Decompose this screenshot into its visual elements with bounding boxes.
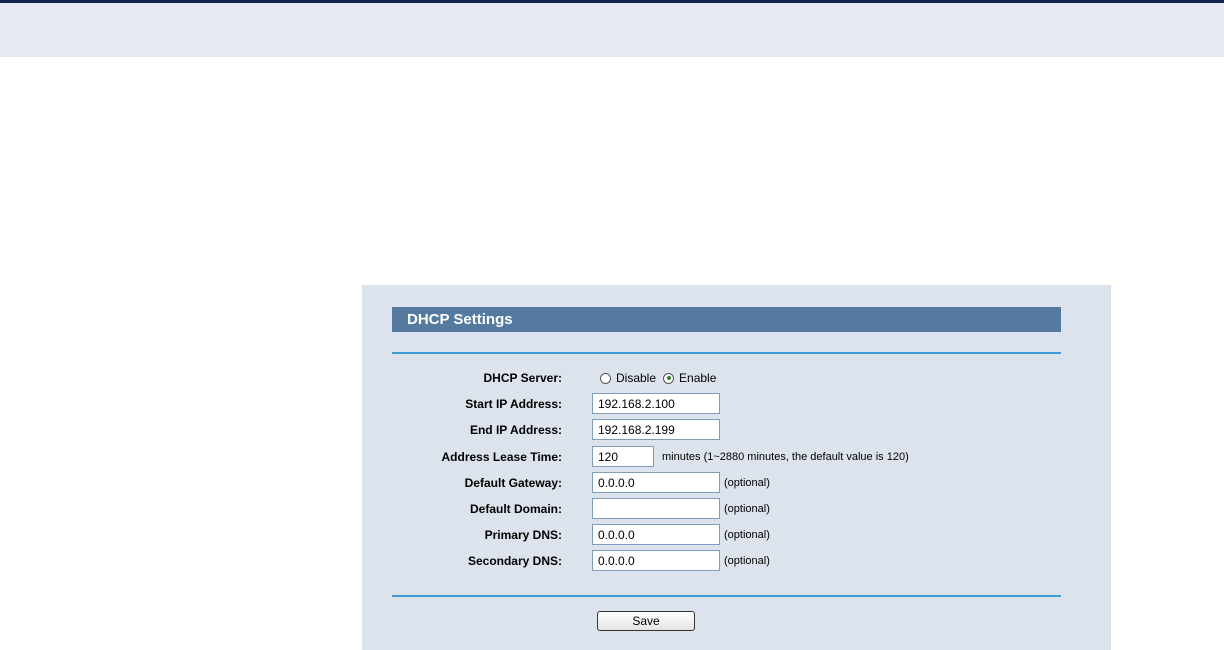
dhcp-server-row: DHCP Server: Disable Enable [362,367,1111,389]
lease-time-input[interactable] [592,446,654,467]
end-ip-input[interactable] [592,419,720,440]
dhcp-settings-panel: DHCP Settings DHCP Server: Disable Enabl… [362,285,1111,650]
secondary-dns-label: Secondary DNS: [467,554,562,568]
secondary-dns-input[interactable] [592,550,720,571]
end-ip-row: End IP Address: [362,419,1111,441]
default-domain-label: Default Domain: [469,502,562,516]
divider-bottom [392,595,1061,597]
save-button[interactable]: Save [597,611,695,631]
enable-radio[interactable] [663,372,675,384]
header-band [0,3,1224,57]
default-gateway-hint: (optional) [724,477,770,489]
disable-radio-label[interactable]: Disable [616,371,656,385]
primary-dns-hint: (optional) [724,529,770,541]
default-domain-row: Default Domain: (optional) [362,498,1111,520]
default-gateway-row: Default Gateway: (optional) [362,472,1111,494]
disable-radio[interactable] [600,372,611,384]
primary-dns-row: Primary DNS: (optional) [362,524,1111,546]
default-gateway-label: Default Gateway: [464,476,562,490]
lease-time-label: Address Lease Time: [441,450,563,464]
secondary-dns-hint: (optional) [724,555,770,567]
default-gateway-input[interactable] [592,472,720,493]
end-ip-label: End IP Address: [469,423,562,437]
default-domain-hint: (optional) [724,503,770,515]
lease-time-row: Address Lease Time: minutes (1~2880 minu… [362,446,1111,468]
panel-title: DHCP Settings [392,307,1061,332]
divider-top [392,352,1061,354]
lease-time-hint: minutes (1~2880 minutes, the default val… [662,451,909,463]
default-domain-input[interactable] [592,498,720,519]
dhcp-server-label: DHCP Server: [483,371,562,385]
start-ip-label: Start IP Address: [465,397,562,411]
dhcp-server-radio-group: Disable Enable [600,367,723,389]
primary-dns-label: Primary DNS: [484,528,562,542]
start-ip-input[interactable] [592,393,720,414]
secondary-dns-row: Secondary DNS: (optional) [362,550,1111,572]
primary-dns-input[interactable] [592,524,720,545]
start-ip-row: Start IP Address: [362,393,1111,415]
enable-radio-label[interactable]: Enable [679,371,716,385]
